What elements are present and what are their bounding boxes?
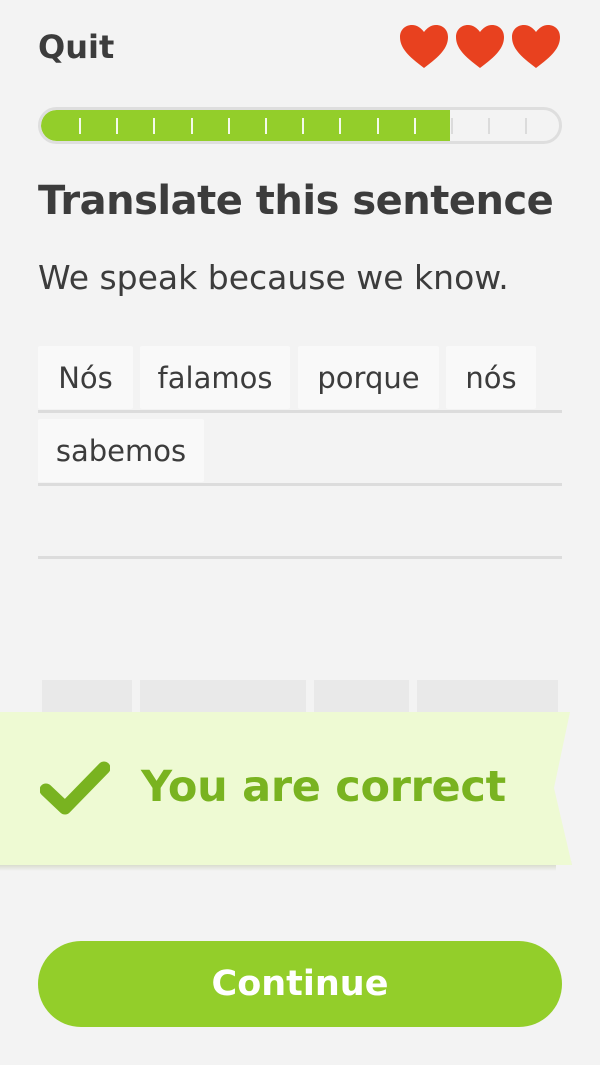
- progress-tick: [525, 118, 527, 134]
- hearts-indicator: [398, 24, 562, 70]
- answer-word-tile[interactable]: sabemos: [38, 419, 204, 482]
- progress-tick: [302, 118, 304, 134]
- progress-tick: [228, 118, 230, 134]
- progress-tick: [451, 118, 453, 134]
- progress-tick: [377, 118, 379, 134]
- progress-tick: [488, 118, 490, 134]
- source-sentence: We speak because we know.: [38, 258, 509, 297]
- answer-word-tile[interactable]: porque: [298, 346, 439, 409]
- progress-tick: [116, 118, 118, 134]
- answer-line: [38, 410, 562, 413]
- answer-word-tile[interactable]: falamos: [140, 346, 290, 409]
- answer-word-tile[interactable]: Nós: [38, 346, 133, 409]
- progress-tick: [414, 118, 416, 134]
- exercise-title: Translate this sentence: [38, 178, 554, 224]
- banner-shadow: [0, 865, 556, 871]
- heart-icon: [512, 25, 560, 68]
- answer-word-tile[interactable]: nós: [446, 346, 536, 409]
- continue-button[interactable]: Continue: [38, 941, 562, 1027]
- progress-tick: [79, 118, 81, 134]
- progress-tick: [191, 118, 193, 134]
- progress-ticks: [41, 110, 559, 141]
- lesson-progress-bar: [38, 107, 562, 144]
- heart-icon: [456, 25, 504, 68]
- answer-line: [38, 483, 562, 486]
- answer-line: [38, 556, 562, 559]
- progress-tick: [265, 118, 267, 134]
- feedback-message: You are correct: [141, 762, 506, 812]
- progress-tick: [339, 118, 341, 134]
- progress-tick: [153, 118, 155, 134]
- heart-icon: [400, 25, 448, 68]
- checkmark-icon: [40, 761, 110, 815]
- quit-button[interactable]: Quit: [38, 28, 114, 66]
